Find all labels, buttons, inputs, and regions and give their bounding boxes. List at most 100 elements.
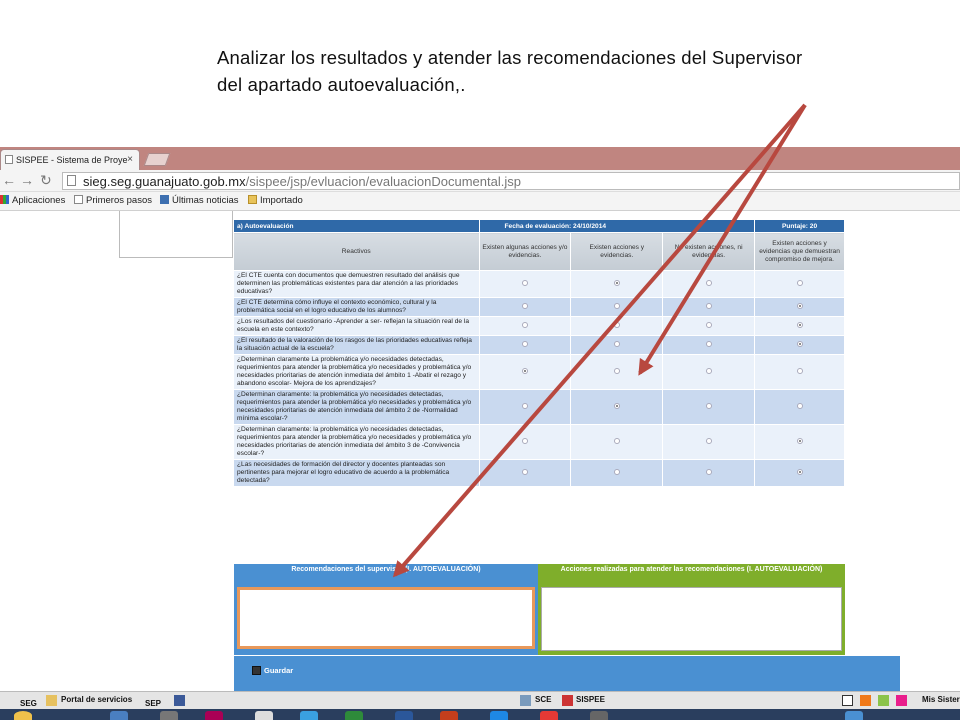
column-header: No existen acciones, ni evidencias. (662, 232, 756, 271)
caption-line-1: Analizar los resultados y atender las re… (217, 47, 803, 68)
radio-button[interactable] (796, 303, 803, 309)
windows-taskbar (0, 709, 960, 720)
facebook-icon[interactable] (174, 695, 185, 706)
reload-icon[interactable]: ↻ (40, 172, 52, 189)
taskbar-app-icon[interactable] (345, 711, 363, 720)
radio-button[interactable] (796, 438, 803, 444)
bookmark-apps[interactable]: Aplicaciones (0, 195, 65, 206)
radio-button[interactable] (796, 341, 803, 347)
sce-link[interactable]: SCE (535, 695, 551, 704)
radio-button[interactable] (705, 322, 712, 328)
taskbar-app-icon[interactable] (110, 711, 128, 720)
radio-button[interactable] (705, 403, 712, 409)
radio-button[interactable] (521, 438, 528, 444)
address-bar[interactable]: sieg.seg.guanajuato.gob.mx/sispee/jsp/ev… (62, 172, 960, 190)
start-button-icon[interactable] (14, 711, 32, 720)
column-header-row: Reactivos Existen algunas acciones y/o e… (233, 232, 845, 271)
radio-button[interactable] (521, 469, 528, 475)
radio-button[interactable] (705, 438, 712, 444)
taskbar-app-icon[interactable] (440, 711, 458, 720)
radio-button[interactable] (796, 322, 803, 328)
bookmark-label: Últimas noticias (172, 195, 239, 206)
radio-cell (754, 389, 845, 425)
forward-arrow-icon[interactable]: → (20, 172, 34, 188)
radio-button[interactable] (521, 403, 528, 409)
new-tab-button[interactable] (143, 153, 171, 166)
question-text: ¿El resultado de la valoración de los ra… (233, 335, 480, 355)
taskbar-app-icon[interactable] (205, 711, 223, 720)
bookmark-importado[interactable]: Importado (248, 195, 303, 206)
table-row: ¿El resultado de la valoración de los ra… (233, 335, 845, 355)
taskbar-app-icon[interactable] (490, 711, 508, 720)
back-arrow-icon[interactable]: ← (2, 172, 16, 188)
url-path: /sispee/jsp/evluacion/evaluacionDocument… (245, 174, 521, 189)
browser-tab[interactable]: SISPEE - Sistema de Proye × (0, 149, 140, 170)
radio-button[interactable] (613, 322, 620, 328)
radio-button[interactable] (613, 403, 620, 409)
radio-button[interactable] (613, 368, 620, 374)
page-icon (74, 195, 83, 204)
portal-icon (46, 695, 57, 706)
radio-button[interactable] (705, 303, 712, 309)
question-text: ¿El CTE determina cómo influye el contex… (233, 297, 480, 317)
floppy-disk-icon (252, 666, 261, 675)
tab-title: SISPEE - Sistema de Proye (16, 155, 128, 165)
radio-cell (570, 459, 664, 487)
page-icon (67, 175, 76, 186)
taskbar-app-icon[interactable] (300, 711, 318, 720)
sispee-link[interactable]: SISPEE (576, 695, 605, 704)
portal-de-servicios-link[interactable]: Portal de servicios (61, 695, 132, 704)
radio-button[interactable] (521, 322, 528, 328)
supervisor-recommendations-textarea[interactable] (237, 587, 535, 649)
close-tab-icon[interactable]: × (127, 154, 133, 165)
table-row: ¿Determinan claramente: la problemática … (233, 424, 845, 460)
radio-button[interactable] (796, 280, 803, 286)
radio-cell (478, 354, 572, 390)
radio-cell (570, 270, 664, 298)
mis-sistemas-link[interactable]: Mis Sister (922, 695, 960, 704)
left-panel-box (119, 211, 233, 258)
radio-cell (570, 335, 664, 355)
radio-button[interactable] (796, 469, 803, 475)
color-swatch-orange[interactable] (860, 695, 871, 706)
radio-button[interactable] (705, 341, 712, 347)
radio-button[interactable] (705, 469, 712, 475)
save-label: Guardar (264, 666, 294, 675)
radio-button[interactable] (613, 303, 620, 309)
taskbar: SEG Portal de servicios SEP SCE SISPEE M… (0, 691, 960, 709)
question-text: ¿El CTE cuenta con documentos que demues… (233, 270, 480, 298)
radio-button[interactable] (613, 438, 620, 444)
taskbar-app-icon[interactable] (395, 711, 413, 720)
actions-taken-textarea[interactable] (541, 587, 842, 651)
radio-button[interactable] (796, 368, 803, 374)
radio-button[interactable] (613, 469, 620, 475)
save-button[interactable]: Guardar (252, 666, 293, 675)
table-row: ¿El CTE cuenta con documentos que demues… (233, 270, 845, 298)
recommendations-section: Recomendaciones del supervisor (I. AUTOE… (234, 564, 845, 655)
radio-button[interactable] (613, 341, 620, 347)
radio-button[interactable] (521, 303, 528, 309)
question-text: ¿Determinan claramente La problemática y… (233, 354, 480, 390)
radio-button[interactable] (613, 280, 620, 286)
radio-cell (570, 389, 664, 425)
radio-button[interactable] (521, 368, 528, 374)
taskbar-app-icon[interactable] (255, 711, 273, 720)
bookmark-ultimas-noticias[interactable]: Últimas noticias (160, 195, 239, 206)
color-swatch-pink[interactable] (896, 695, 907, 706)
taskbar-app-icon[interactable] (590, 711, 608, 720)
radio-button[interactable] (796, 403, 803, 409)
table-row: ¿El CTE determina cómo influye el contex… (233, 297, 845, 317)
taskbar-app-icon[interactable] (160, 711, 178, 720)
radio-button[interactable] (521, 341, 528, 347)
bookmark-label: Aplicaciones (12, 195, 66, 206)
color-swatch-white[interactable] (842, 695, 853, 706)
radio-button[interactable] (705, 280, 712, 286)
autoevaluacion-table: a) Autoevaluación Fecha de evaluación: 2… (233, 219, 845, 487)
radio-button[interactable] (521, 280, 528, 286)
taskbar-app-icon[interactable] (845, 711, 863, 720)
radio-button[interactable] (705, 368, 712, 374)
bookmark-primeros-pasos[interactable]: Primeros pasos (74, 195, 152, 206)
sispee-icon (562, 695, 573, 706)
color-swatch-green[interactable] (878, 695, 889, 706)
taskbar-app-icon[interactable] (540, 711, 558, 720)
